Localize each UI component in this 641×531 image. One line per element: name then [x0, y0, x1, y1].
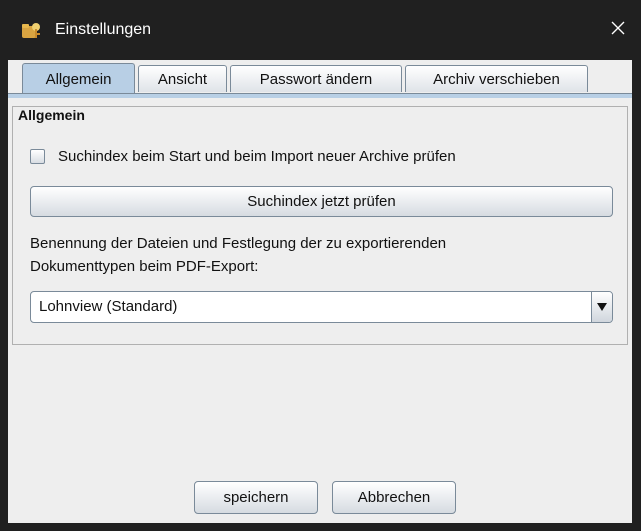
tab-bar: Allgemein Ansicht Passwort ändern Archiv…	[8, 60, 632, 98]
cancel-button[interactable]: Abbrechen	[332, 481, 456, 514]
export-description-line2: Dokumenttypen beim PDF-Export:	[30, 258, 259, 275]
export-profile-value: Lohnview (Standard)	[39, 298, 178, 315]
title-bar: Einstellungen	[0, 0, 641, 60]
search-index-checkbox-row[interactable]: Suchindex beim Start und beim Import neu…	[30, 146, 456, 166]
dialog-content: Allgemein Ansicht Passwort ändern Archiv…	[8, 60, 632, 523]
window-title: Einstellungen	[55, 21, 152, 38]
close-icon	[610, 20, 626, 41]
search-index-checkbox[interactable]	[30, 148, 45, 164]
tab-archiv-verschieben[interactable]: Archiv verschieben	[405, 65, 588, 92]
folder-key-icon	[20, 20, 42, 42]
check-index-now-button[interactable]: Suchindex jetzt prüfen	[30, 186, 613, 217]
export-description-line1: Benennung der Dateien und Festlegung der…	[30, 235, 447, 252]
panel-heading: Allgemein	[18, 107, 85, 123]
save-button[interactable]: speichern	[194, 481, 318, 514]
tab-content-stripe	[8, 94, 632, 98]
search-index-checkbox-label: Suchindex beim Start und beim Import neu…	[58, 147, 456, 165]
tab-passwort-aendern[interactable]: Passwort ändern	[230, 65, 402, 92]
tab-ansicht[interactable]: Ansicht	[138, 65, 227, 92]
export-description: Benennung der Dateien und Festlegung der…	[30, 232, 610, 278]
tab-allgemein[interactable]: Allgemein	[22, 63, 135, 94]
settings-window: Einstellungen Allgemein Ansicht Passwort…	[0, 0, 641, 531]
export-profile-select[interactable]: Lohnview (Standard)	[30, 291, 613, 323]
close-button[interactable]	[595, 0, 641, 60]
dropdown-arrow-icon[interactable]	[591, 292, 612, 322]
